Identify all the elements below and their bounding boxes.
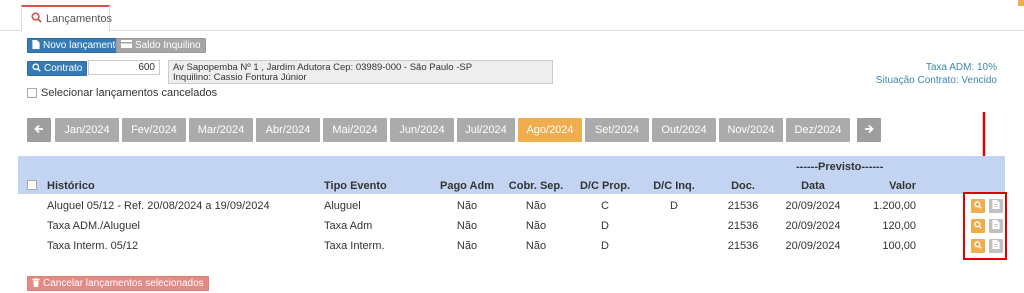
cell-historico: Taxa Interm. 05/12 <box>47 240 139 252</box>
address-box: Av Sapopemba Nº 1 , Jardim Adutora Cep: … <box>168 60 553 84</box>
col-valor: Valor <box>889 180 916 192</box>
col-tipo-evento: Tipo Evento <box>324 180 387 192</box>
contrato-label: Contrato <box>44 63 83 74</box>
month-mai[interactable]: Mai/2024 <box>323 118 387 142</box>
month-abr[interactable]: Abr/2024 <box>256 118 320 142</box>
col-doc: Doc. <box>731 180 755 192</box>
cell-cobr-sep: Não <box>525 200 547 212</box>
col-pago-adm: Pago Adm <box>440 180 494 192</box>
month-ago[interactable]: Ago/2024 <box>518 118 582 142</box>
month-mar[interactable]: Mar/2024 <box>189 118 253 142</box>
col-dc-prop: D/C Prop. <box>579 180 631 192</box>
tab-bar: Lançamentos <box>0 0 1024 32</box>
month-jul[interactable]: Jul/2024 <box>457 118 515 142</box>
cell-valor: 1.200,00 <box>873 200 916 212</box>
month-nov[interactable]: Nov/2024 <box>719 118 783 142</box>
trash-icon <box>32 277 40 290</box>
cell-doc: 21536 <box>727 240 759 252</box>
arrow-right-icon <box>864 124 874 137</box>
month-jan[interactable]: Jan/2024 <box>55 118 119 142</box>
cancel-selected-button[interactable]: Cancelar lançamentos selecionados <box>27 276 209 291</box>
tab-label: Lançamentos <box>46 13 113 25</box>
cell-dc-prop: C <box>601 200 609 212</box>
contrato-button[interactable]: Contrato <box>27 61 88 76</box>
cell-data: 20/09/2024 <box>785 240 841 252</box>
tenant-line: Inquilino: Cassio Fontura Júnior <box>173 72 307 83</box>
cell-cobr-sep: Não <box>525 240 547 252</box>
novo-lancamento-button[interactable]: Novo lançamento <box>27 38 126 53</box>
cancelados-checkbox[interactable] <box>27 88 37 98</box>
tab-lancamentos[interactable]: Lançamentos <box>21 5 113 32</box>
month-set[interactable]: Set/2024 <box>585 118 649 142</box>
cell-pago-adm: Não <box>456 240 478 252</box>
cell-tipo-evento: Aluguel <box>324 200 361 212</box>
cell-cobr-sep: Não <box>525 220 547 232</box>
next-month-button[interactable] <box>857 118 881 142</box>
month-out[interactable]: Out/2024 <box>652 118 716 142</box>
cancelados-checkbox-row[interactable]: Selecionar lançamentos cancelados <box>27 87 217 99</box>
month-dez[interactable]: Dez/2024 <box>786 118 850 142</box>
cell-historico: Aluguel 05/12 - Ref. 20/08/2024 a 19/09/… <box>47 200 270 212</box>
cell-historico: Taxa ADM./Aluguel <box>47 220 140 232</box>
annotation-highlight-box <box>963 192 1007 260</box>
col-data: Data <box>801 180 825 192</box>
lancamentos-table: ------Previsto------ Histórico Tipo Even… <box>18 156 1005 260</box>
cell-doc: 21536 <box>727 200 759 212</box>
previsto-group-label: ------Previsto------ <box>796 161 884 173</box>
cancel-selected-label: Cancelar lançamentos selecionados <box>43 278 204 289</box>
cell-data: 20/09/2024 <box>785 200 841 212</box>
table-row[interactable]: Taxa ADM./Aluguel Taxa Adm Não Não D 215… <box>18 216 1005 236</box>
saldo-inquilino-label: Saldo Inquilino <box>135 40 201 51</box>
col-dc-inq: D/C Inq. <box>653 180 695 192</box>
table-row[interactable]: Taxa Interm. 05/12 Taxa Interm. Não Não … <box>18 236 1005 256</box>
search-icon <box>32 62 41 75</box>
search-icon <box>31 12 42 26</box>
col-cobr-sep: Cobr. Sep. <box>508 180 564 192</box>
table-header: ------Previsto------ Histórico Tipo Even… <box>18 156 1005 194</box>
cell-pago-adm: Não <box>456 220 478 232</box>
situacao-contrato-info: Situação Contrato: Vencido <box>875 75 997 86</box>
cell-doc: 21536 <box>727 220 759 232</box>
cell-valor: 120,00 <box>882 220 916 232</box>
cell-data: 20/09/2024 <box>785 220 841 232</box>
taxa-adm-info: Taxa ADM: 10% <box>925 62 997 73</box>
cell-dc-prop: D <box>601 220 609 232</box>
card-icon <box>121 40 132 51</box>
month-jun[interactable]: Jun/2024 <box>390 118 454 142</box>
col-historico: Histórico <box>47 180 95 192</box>
prev-month-button[interactable] <box>27 118 51 142</box>
cell-dc-prop: D <box>601 240 609 252</box>
contrato-input[interactable]: 600 <box>88 60 160 75</box>
cell-tipo-evento: Taxa Adm <box>324 220 373 232</box>
cell-pago-adm: Não <box>456 200 478 212</box>
file-icon <box>32 39 40 52</box>
select-all-checkbox[interactable] <box>27 180 37 190</box>
cell-tipo-evento: Taxa Interm. <box>324 240 385 252</box>
cancelados-label: Selecionar lançamentos cancelados <box>41 87 218 99</box>
table-row[interactable]: Aluguel 05/12 - Ref. 20/08/2024 a 19/09/… <box>18 196 1005 216</box>
cell-valor: 100,00 <box>882 240 916 252</box>
cell-dc-inq: D <box>670 200 678 212</box>
saldo-inquilino-button[interactable]: Saldo Inquilino <box>116 38 206 53</box>
arrow-left-icon <box>34 124 44 137</box>
corner-mark <box>1018 0 1024 6</box>
month-fev[interactable]: Fev/2024 <box>122 118 186 142</box>
novo-lancamento-label: Novo lançamento <box>43 40 121 51</box>
